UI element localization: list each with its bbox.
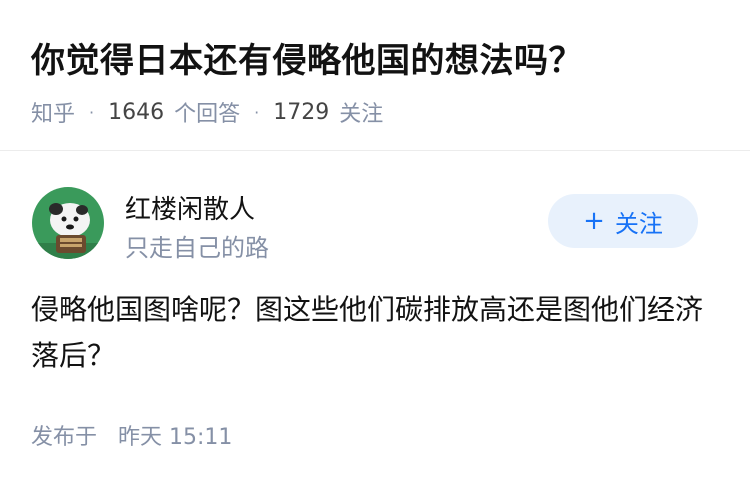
question-meta: 知乎 · 1646 个回答 · 1729 关注 (31, 96, 383, 128)
answer-count: 1646 (108, 99, 165, 125)
answer-card: 红楼闲散人 只走自己的路 + 关注 侵略他国图啥呢？图这些他们碳排放高还是图他们… (0, 151, 750, 486)
separator-dot: · (254, 102, 260, 122)
author-name[interactable]: 红楼闲散人 (125, 189, 255, 226)
follower-count-label: 关注 (339, 102, 384, 127)
answer-count-label: 个回答 (174, 102, 241, 127)
publish-label: 发布于 (31, 425, 98, 450)
author-bio: 只走自己的路 (125, 234, 269, 262)
follower-count: 1729 (273, 99, 330, 125)
publish-time: 昨天 15:11 (118, 425, 233, 450)
question-title[interactable]: 你觉得日本还有侵略他国的想法吗？ (31, 33, 583, 82)
question-header: 你觉得日本还有侵略他国的想法吗？ 知乎 · 1646 个回答 · 1729 关注 (0, 0, 750, 151)
author-avatar[interactable] (32, 187, 104, 259)
publish-info: 发布于 昨天 15:11 (31, 419, 232, 451)
answer-content[interactable]: 侵略他国图啥呢？图这些他们碳排放高还是图他们经济落后？ (31, 287, 721, 379)
follow-button-label: 关注 (614, 209, 663, 238)
source-label[interactable]: 知乎 (31, 96, 75, 128)
avatar-illustration-icon (32, 187, 104, 259)
follow-button[interactable]: + 关注 (548, 194, 698, 248)
plus-icon: + (583, 206, 605, 236)
separator-dot: · (89, 102, 95, 122)
